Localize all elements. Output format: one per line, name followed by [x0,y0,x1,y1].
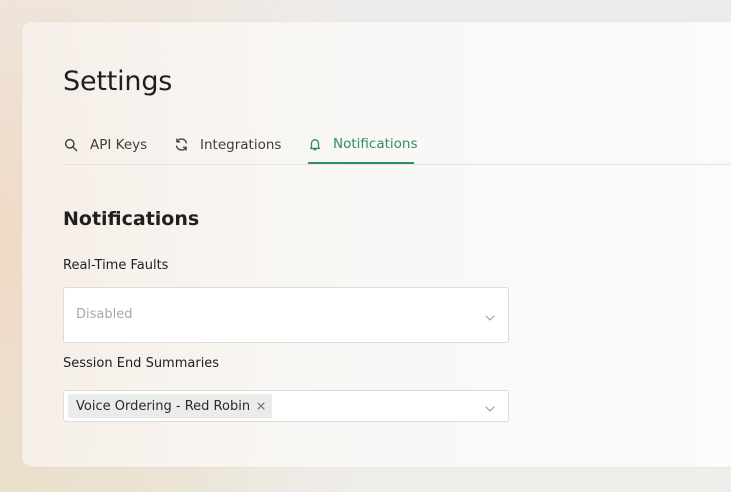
settings-tabs: API Keys Integrations Notifications [63,126,731,165]
tab-notifications-label: Notifications [333,136,418,152]
chevron-down-icon [484,309,496,321]
selected-chip: Voice Ordering - Red Robin [68,394,273,418]
real-time-faults-select[interactable]: Disabled [63,287,509,343]
real-time-faults-placeholder: Disabled [76,307,133,322]
search-icon [63,137,79,153]
tab-integrations-label: Integrations [200,136,282,153]
tab-notifications[interactable]: Notifications [308,126,418,164]
chevron-down-icon [484,400,496,412]
real-time-faults-label: Real-Time Faults [63,258,169,273]
bell-icon [308,136,322,152]
settings-panel: Settings API Keys Integrations Notificat… [22,22,731,467]
session-end-summaries-select[interactable]: Voice Ordering - Red Robin [63,390,509,422]
page-title: Settings [63,66,173,97]
session-end-summaries-label: Session End Summaries [63,356,220,371]
tab-integrations[interactable]: Integrations [173,126,281,163]
refresh-icon [173,137,189,153]
selected-chip-label: Voice Ordering - Red Robin [76,398,251,414]
tab-api-keys[interactable]: API Keys [63,126,147,163]
tab-api-keys-label: API Keys [90,136,148,153]
section-title: Notifications [63,208,200,230]
close-icon[interactable] [256,401,266,411]
